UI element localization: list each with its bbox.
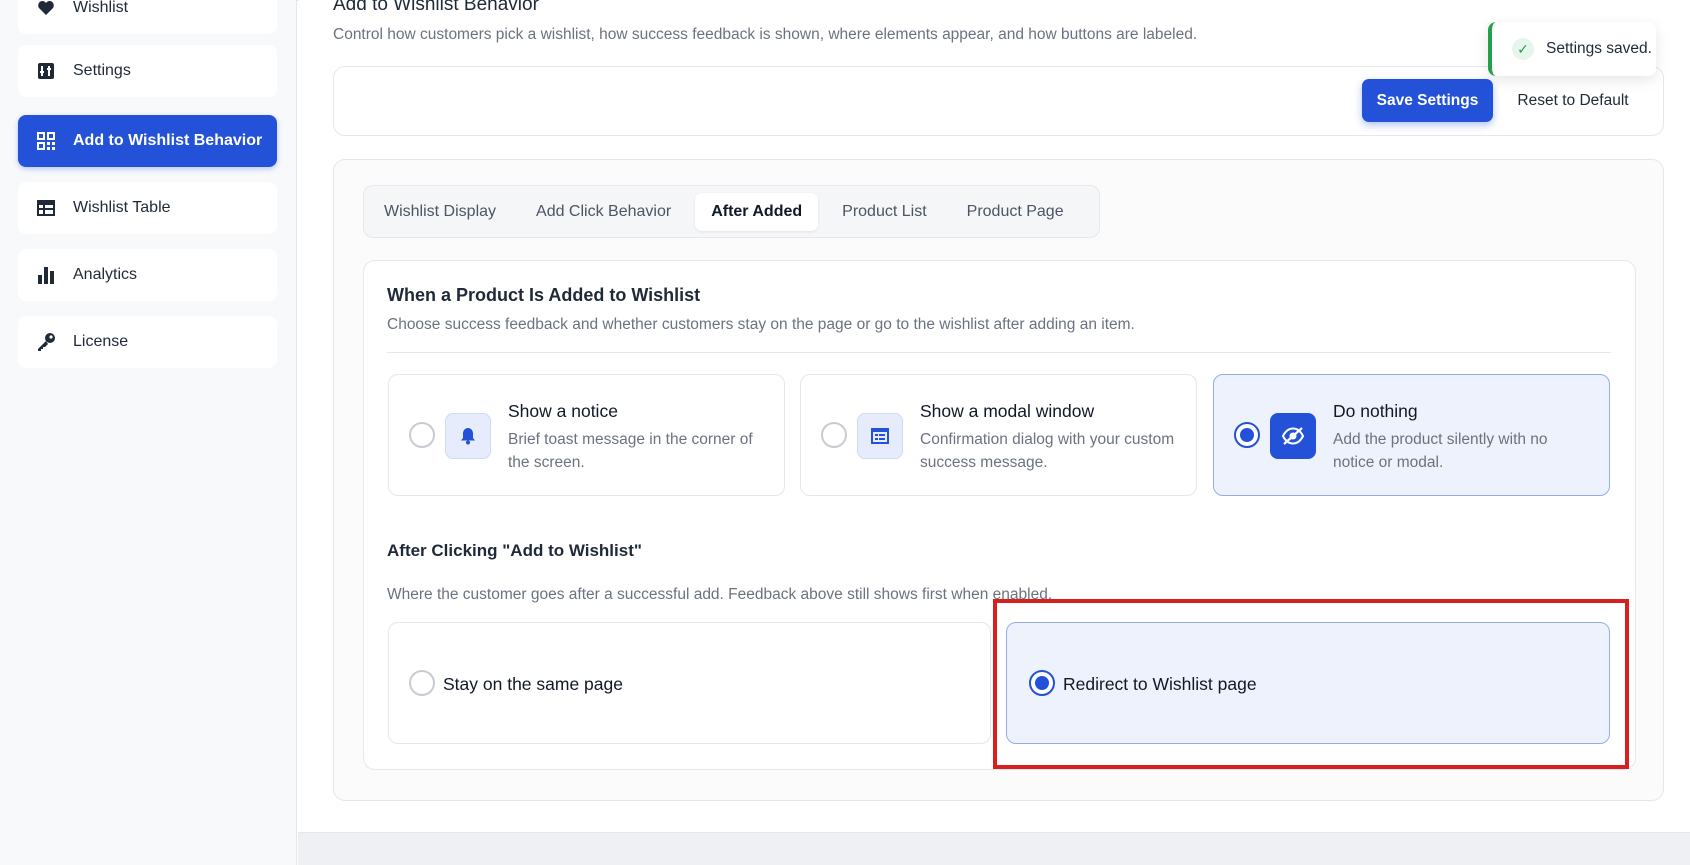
qr-grid-icon	[36, 131, 56, 151]
sidebar-item-wishlist-table[interactable]: Wishlist Table	[18, 182, 277, 234]
radio-show-modal[interactable]	[821, 422, 847, 448]
option-redirect-to-wishlist[interactable]: Redirect to Wishlist page	[1006, 622, 1610, 744]
sidebar-item-label: Settings	[73, 62, 131, 79]
footer-band	[298, 832, 1690, 865]
sidebar: Wishlist Settings Add to Wishlist Behavi…	[0, 0, 297, 865]
tab-product-list[interactable]: Product List	[826, 193, 942, 231]
radio-do-nothing[interactable]	[1234, 422, 1260, 448]
feedback-section-description: Choose success feedback and whether cust…	[387, 316, 1135, 333]
toast-notification: ✓ Settings saved.	[1488, 22, 1656, 76]
option-show-modal[interactable]: Show a modal window Confirmation dialog …	[800, 374, 1197, 496]
tab-bar: Wishlist Display Add Click Behavior Afte…	[363, 185, 1100, 238]
eye-off-icon	[1270, 413, 1316, 459]
option-description: Add the product silently with no notice …	[1333, 431, 1548, 471]
sidebar-item-label: Add to Wishlist Behavior	[73, 132, 263, 149]
toast-message: Settings saved.	[1546, 40, 1652, 57]
option-description: Brief toast message in the corner of the…	[508, 431, 753, 471]
settings-icon	[36, 61, 56, 81]
page-description: Control how customers pick a wishlist, h…	[333, 26, 1198, 43]
bell-icon	[445, 413, 491, 459]
tab-wishlist-display[interactable]: Wishlist Display	[368, 193, 512, 231]
radio-show-notice[interactable]	[409, 422, 435, 448]
option-do-nothing[interactable]: Do nothing Add the product silently with…	[1213, 374, 1610, 496]
radio-stay-on-page[interactable]	[409, 670, 435, 696]
heart-icon	[36, 0, 56, 18]
option-show-notice[interactable]: Show a notice Brief toast message in the…	[388, 374, 785, 496]
sidebar-item-wishlist[interactable]: Wishlist	[18, 0, 277, 34]
option-label: Redirect to Wishlist page	[1063, 674, 1257, 694]
tab-product-page[interactable]: Product Page	[951, 193, 1080, 231]
option-label: Stay on the same page	[443, 674, 623, 694]
option-stay-on-page[interactable]: Stay on the same page	[388, 622, 991, 744]
option-title: Show a modal window	[920, 401, 1095, 421]
feedback-section-title: When a Product Is Added to Wishlist	[387, 285, 701, 305]
reset-to-default-button[interactable]: Reset to Default	[1503, 79, 1643, 122]
redirect-section-title: After Clicking "Add to Wishlist"	[387, 541, 642, 560]
save-settings-button[interactable]: Save Settings	[1362, 79, 1493, 122]
sidebar-item-license[interactable]: License	[18, 316, 277, 368]
sidebar-item-label: Wishlist	[73, 0, 129, 16]
tab-after-added[interactable]: After Added	[695, 192, 819, 231]
key-icon	[36, 332, 56, 352]
option-title: Do nothing	[1333, 401, 1418, 421]
redirect-section-description: Where the customer goes after a successf…	[387, 586, 1053, 603]
modal-window-icon	[857, 413, 903, 459]
tab-add-click-behavior[interactable]: Add Click Behavior	[520, 193, 687, 231]
radio-redirect-to-wishlist[interactable]	[1029, 670, 1055, 696]
sidebar-item-label: Analytics	[73, 266, 138, 283]
option-title: Show a notice	[508, 401, 618, 421]
page-title: Add to Wishlist Behavior	[333, 0, 539, 15]
bar-chart-icon	[36, 265, 56, 285]
sidebar-item-add-to-wishlist-behavior[interactable]: Add to Wishlist Behavior	[18, 115, 277, 167]
sidebar-item-label: Wishlist Table	[73, 199, 171, 216]
table-icon	[36, 198, 56, 218]
section-divider	[387, 352, 1611, 353]
option-description: Confirmation dialog with your custom suc…	[920, 431, 1175, 471]
sidebar-item-analytics[interactable]: Analytics	[18, 249, 277, 301]
check-icon: ✓	[1512, 38, 1534, 60]
sidebar-item-settings[interactable]: Settings	[18, 45, 277, 97]
sidebar-item-label: License	[73, 333, 129, 350]
